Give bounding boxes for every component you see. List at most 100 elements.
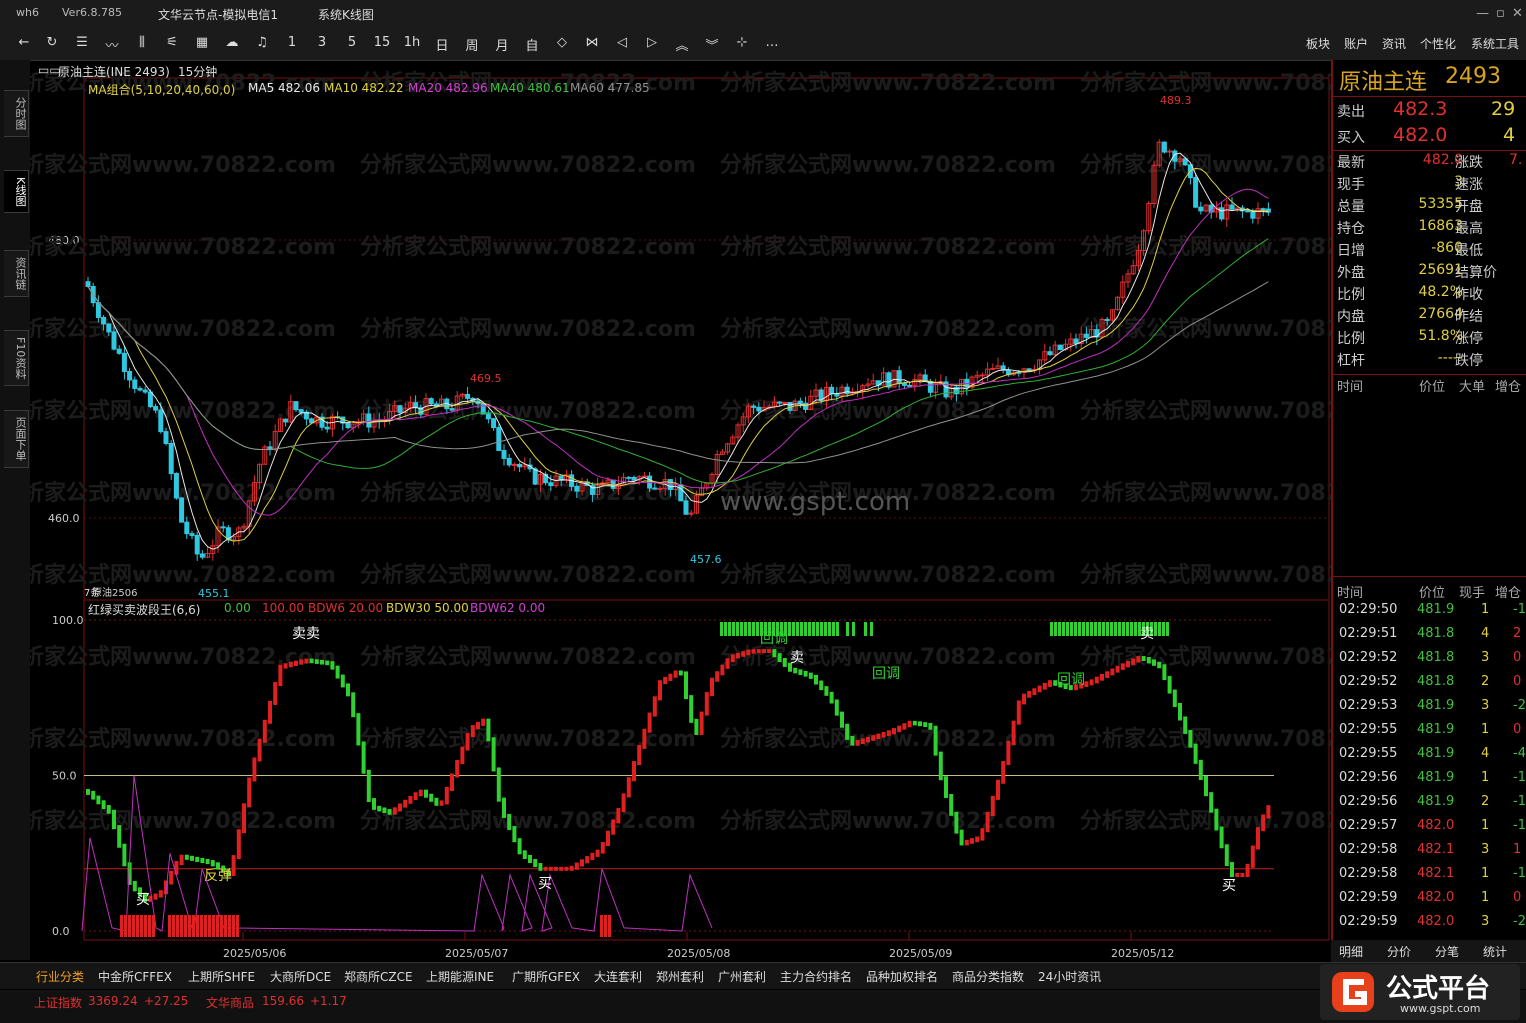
line-chart-icon[interactable]: 〰 [100,35,124,54]
exchange-tab[interactable]: 广州套利 [718,968,766,985]
tick-icon[interactable]: ⚟ [160,35,184,50]
tab-f10[interactable]: F10资料 [4,330,29,387]
zoom-out-icon[interactable]: ◇ [550,35,574,50]
period-15[interactable]: 15 [370,35,394,50]
exchange-tab[interactable]: 行业分类 [36,968,84,985]
row-value: 53355 [1418,196,1463,212]
oscillator-step [372,798,376,810]
indicator-name[interactable]: 红绿买卖波段王(6,6) [88,601,200,618]
green-block [836,622,839,636]
ma-header[interactable]: MA组合(5,10,20,40,60,0) [88,81,235,98]
green-block [1066,622,1069,636]
period-5[interactable]: 5 [340,35,364,50]
tab-news-chain[interactable]: 资讯链 [4,250,29,297]
oscillator-step [1022,693,1026,705]
candle-body [449,408,455,411]
period-day[interactable]: 日 [430,35,454,54]
exchange-tab[interactable]: 郑州套利 [656,968,704,985]
toolbar: ← ↻ ☰ 〰 ⫼ ⚟ ▦ ☁ ♫ 1 3 5 15 1h 日 周 月 自 ◇ … [0,28,1526,61]
candle-body [501,449,507,459]
period-3[interactable]: 3 [310,35,334,50]
bell-icon[interactable]: ♫ [250,35,274,50]
left-arrow-icon[interactable]: ◁ [610,35,634,50]
exchange-tab[interactable]: 主力合约排名 [780,968,852,985]
right-arrow-icon[interactable]: ▷ [640,35,664,50]
period-month[interactable]: 月 [490,35,514,54]
exchange-tab[interactable]: 品种加权排名 [866,968,938,985]
index1-change: +27.25 [144,994,189,1008]
row-label: 持仓 [1337,221,1365,237]
exchange-tab[interactable]: 24小时资讯 [1038,968,1101,985]
grid-icon[interactable]: ▦ [190,35,214,50]
red-block [184,915,187,937]
maximize-icon[interactable]: ▫ [1496,6,1505,21]
watermark-text: 分析家公式网www.70822.com [720,70,1056,96]
row-value: 27664 [1418,306,1463,322]
exchange-tab[interactable]: 商品分类指数 [952,968,1024,985]
period-week[interactable]: 周 [460,35,484,54]
candle-body [137,387,143,391]
crosshair-icon[interactable]: ⊹ [730,35,754,50]
tab-detail[interactable]: 明细 [1339,943,1363,960]
up-icon[interactable]: ︽ [670,35,694,54]
minimize-icon[interactable]: — [1476,6,1489,21]
list-icon[interactable]: ☰ [70,35,94,50]
more-icon[interactable]: … [760,35,784,50]
oscillator-step [730,654,735,663]
tab-order[interactable]: 页面下单 [4,410,29,468]
candle-body [1198,206,1204,212]
menu-account[interactable]: 账户 [1344,35,1368,52]
green-block [1062,622,1065,636]
menu-personalize[interactable]: 个性化 [1420,35,1456,52]
menu-sector[interactable]: 板块 [1306,35,1330,52]
oscillator-step [840,711,844,728]
oscillator-step [959,829,964,846]
tab-timeshare[interactable]: 分时图 [4,90,29,137]
index1-value: 3369.24 [88,994,138,1008]
period-custom[interactable]: 自 [520,35,544,54]
oscillator-step [268,700,272,724]
cloud-icon[interactable]: ☁ [220,35,244,50]
zoom-in-icon[interactable]: ⋈ [580,35,604,50]
tab-stats[interactable]: 统计 [1483,943,1507,960]
menu-tools[interactable]: 系统工具 [1471,35,1519,52]
oscillator-step [1230,862,1234,878]
oscillator-step [1152,659,1156,666]
oscillator-step [1006,740,1011,766]
candle-body [428,398,434,405]
oscillator-step [928,722,933,730]
down-icon[interactable]: ︾ [700,35,724,54]
exchange-tab[interactable]: 中金所CFFEX [98,968,172,985]
oscillator-step [715,671,720,682]
tab-kline[interactable]: K线图 [4,170,29,214]
kline-chart-area[interactable]: 480.0 460.0 分析家公式网www.70822.com 分析家公式网www.7… [30,60,1331,960]
period-1[interactable]: 1 [280,35,304,50]
exchange-tab[interactable]: 上期能源INE [426,968,494,985]
candle-icon[interactable]: ⫼ [130,35,154,50]
chart-period[interactable]: 15分钟 [178,63,217,80]
oscillator-step [892,728,896,735]
period-1h[interactable]: 1h [400,35,424,50]
kline-svg[interactable]: 480.0460.0分析家公式网www.70822.com 分析家公式网www.7… [30,60,1331,960]
close-icon[interactable]: ✕ [1512,6,1523,21]
exchange-tab[interactable]: 上期所SHFE [188,968,255,985]
oscillator-step [1162,664,1167,681]
oscillator-step [418,789,423,797]
exchange-tab[interactable]: 大连套利 [594,968,642,985]
tick-row: 02:29:55 481.9 4 -4 [1339,746,1526,761]
exchange-tab[interactable]: 郑商所CZCE [344,968,413,985]
tab-ticks[interactable]: 分笔 [1435,943,1459,960]
logo-icon [1332,972,1374,1012]
menu-news[interactable]: 资讯 [1382,35,1406,52]
oscillator-step [496,767,501,802]
back-icon[interactable]: ← [12,35,36,50]
red-block [192,915,195,937]
red-block [216,915,219,937]
exchange-tab[interactable]: 大商所DCE [270,968,331,985]
refresh-icon[interactable]: ↻ [40,35,64,50]
tick-row: 02:29:53 481.9 3 -2 [1339,698,1526,713]
red-block [208,915,211,937]
exchange-tab[interactable]: 广期所GFEX [512,968,580,985]
tab-price-dist[interactable]: 分价 [1387,943,1411,960]
candle-body [199,553,205,558]
